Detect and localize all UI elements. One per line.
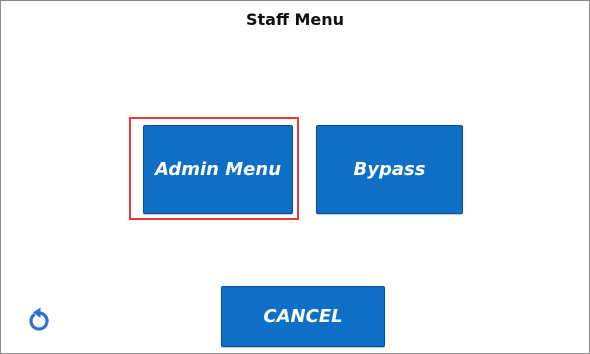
cancel-button[interactable]: CANCEL: [221, 286, 385, 347]
refresh-icon[interactable]: [27, 306, 49, 332]
staff-menu-screen: Staff Menu Admin Menu Bypass CANCEL: [0, 0, 590, 354]
admin-menu-button[interactable]: Admin Menu: [143, 125, 293, 214]
bypass-button[interactable]: Bypass: [316, 125, 463, 214]
page-title: Staff Menu: [245, 10, 345, 29]
